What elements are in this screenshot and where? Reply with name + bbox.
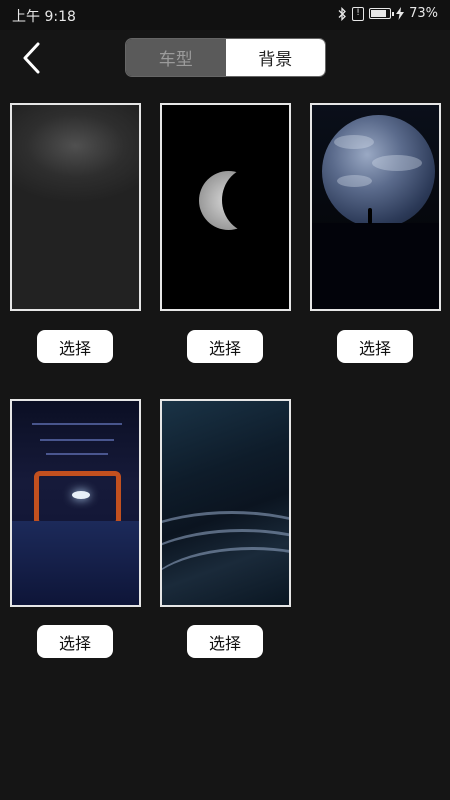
battery-percent: 73% <box>409 6 438 21</box>
cloud-shape <box>337 175 372 187</box>
earth-thumbnail <box>312 105 439 309</box>
gray-gradient-thumbnail <box>12 105 139 309</box>
status-icons: ! 73% <box>337 6 438 21</box>
battery-icon <box>369 8 395 19</box>
status-bar: 上午 9:18 ! 73% <box>0 0 450 30</box>
sim-icon: ! <box>352 6 365 21</box>
planet-shape <box>322 115 435 228</box>
background-card-rings[interactable] <box>160 399 291 607</box>
standing-person-silhouette <box>368 208 372 224</box>
cloud-shape <box>334 135 374 149</box>
chevron-left-icon <box>23 42 40 74</box>
charging-icon <box>396 7 405 20</box>
segmented-tabs: 车型 背景 <box>125 38 326 77</box>
back-button[interactable] <box>16 40 50 76</box>
select-button[interactable]: 选择 <box>37 625 113 658</box>
tunnel-light-line <box>46 453 108 455</box>
background-card-gray[interactable] <box>10 103 141 311</box>
cloud-shape <box>372 155 422 171</box>
select-button[interactable]: 选择 <box>187 625 263 658</box>
tab-car-model[interactable]: 车型 <box>126 39 226 76</box>
bluetooth-icon <box>338 6 347 21</box>
select-button[interactable]: 选择 <box>187 330 263 363</box>
tunnel-light <box>72 491 90 499</box>
select-button[interactable]: 选择 <box>37 330 113 363</box>
tunnel-light-line <box>32 423 122 425</box>
tunnel-floor <box>12 521 139 605</box>
status-time: 上午 9:18 <box>12 9 76 25</box>
background-card-moon[interactable] <box>160 103 291 311</box>
planet-rings-thumbnail <box>162 401 289 605</box>
select-button[interactable]: 选择 <box>337 330 413 363</box>
tunnel-light-line <box>40 439 114 441</box>
moon-thumbnail <box>162 105 289 309</box>
tab-background[interactable]: 背景 <box>225 39 325 76</box>
moon-shadow <box>222 167 284 233</box>
ground-shape <box>312 223 439 309</box>
tunnel-thumbnail <box>12 401 139 605</box>
background-card-tunnel[interactable] <box>10 399 141 607</box>
battery-level-fill <box>371 10 386 17</box>
background-card-earth[interactable] <box>310 103 441 311</box>
